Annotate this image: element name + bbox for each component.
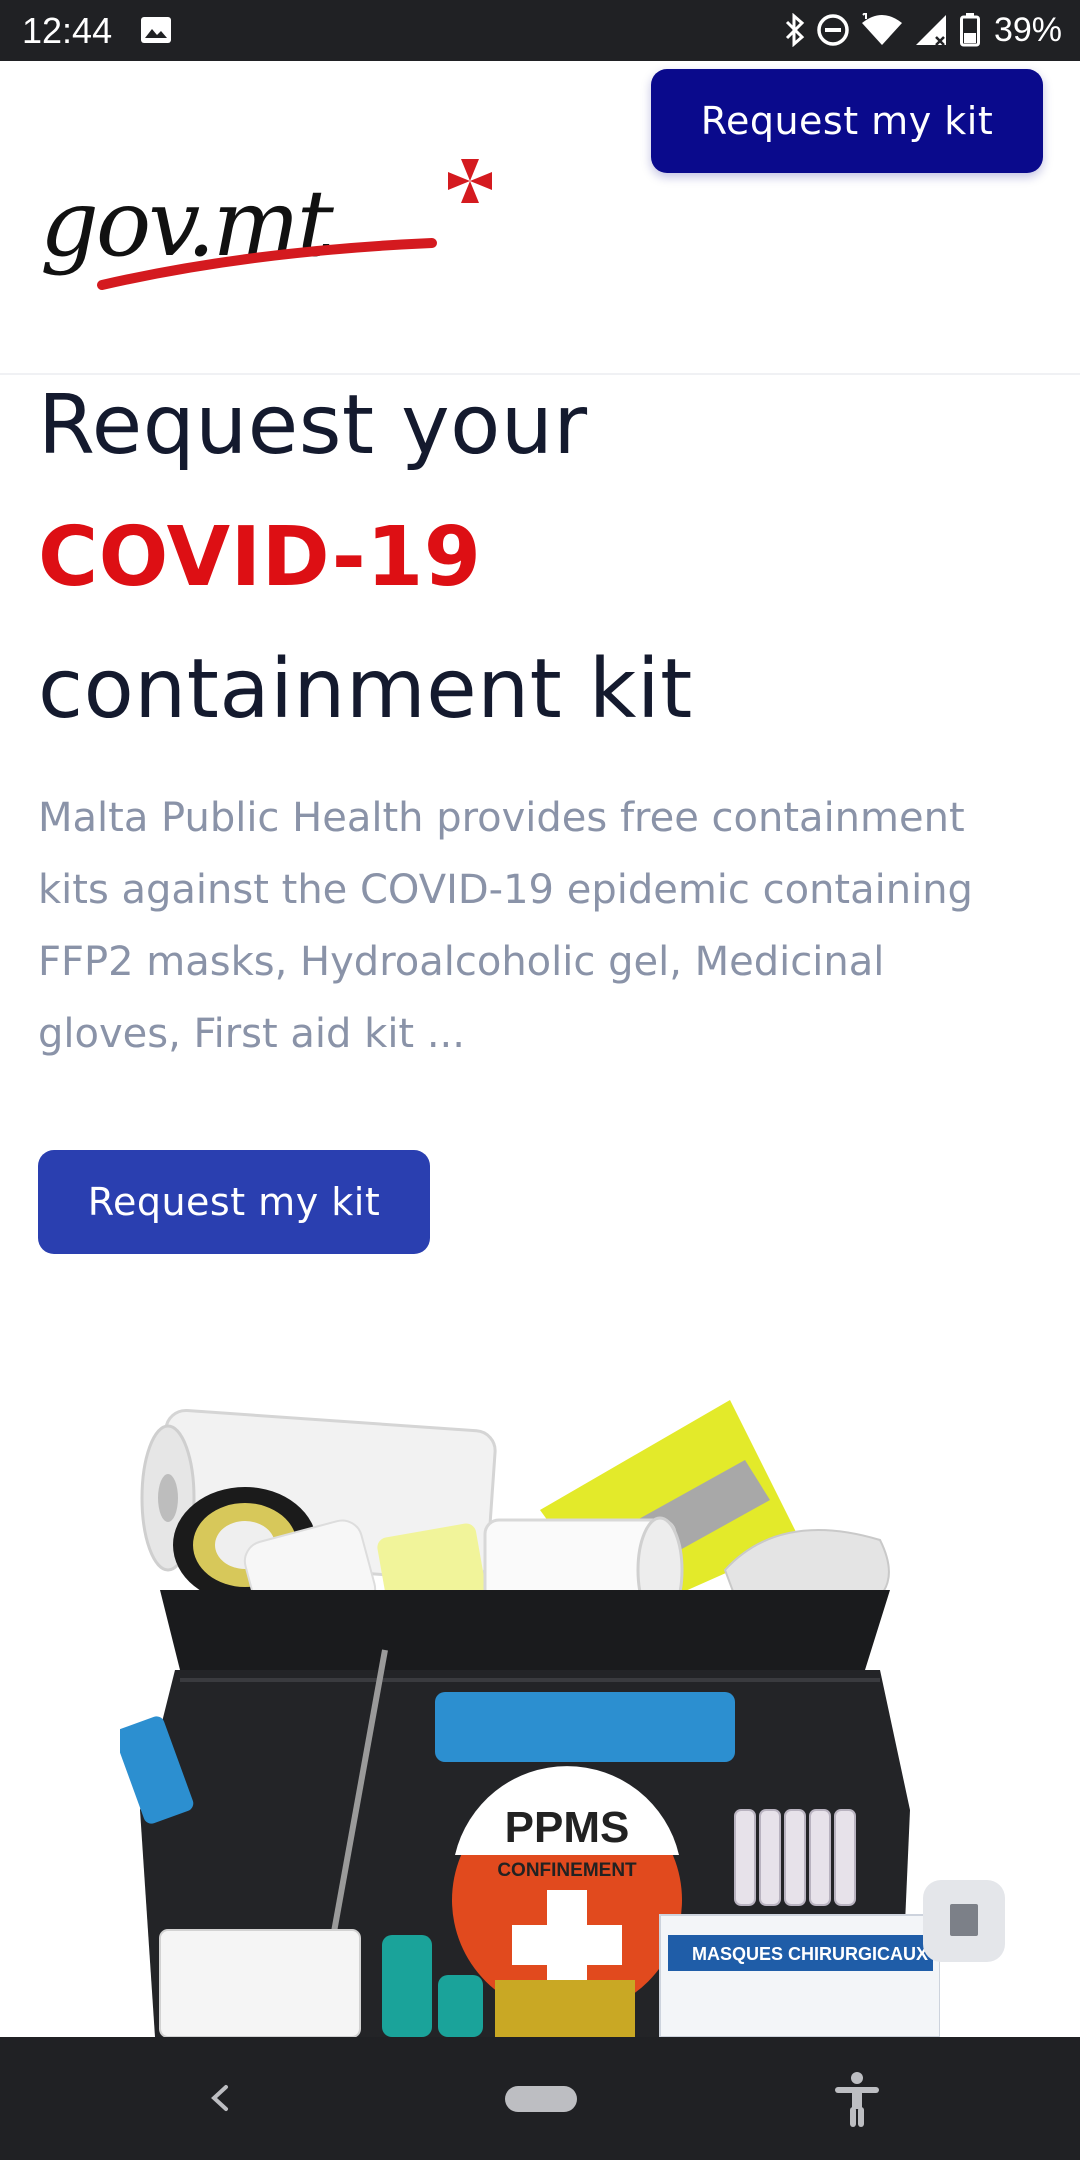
status-bar: 12:44 39% — [0, 0, 1080, 61]
request-kit-button[interactable]: Request my kit — [38, 1150, 430, 1254]
do-not-disturb-icon — [817, 14, 849, 46]
accessibility-icon[interactable] — [833, 2071, 881, 2127]
image-icon — [141, 17, 171, 43]
home-pill-icon[interactable] — [505, 2086, 577, 2112]
status-icons: 39% — [784, 8, 1062, 52]
kit-badge-title: PPMS — [505, 1803, 630, 1852]
battery-icon — [959, 13, 980, 47]
system-navigation-bar — [0, 2037, 1080, 2160]
hero-description: Malta Public Health provides free contai… — [38, 795, 973, 1057]
cell-signal-icon — [915, 15, 946, 46]
hero-title-line1: Request your — [38, 378, 588, 473]
mask-box-label: MASQUES CHIRURGICAUX — [692, 1944, 928, 1964]
wifi-icon — [861, 13, 902, 45]
bluetooth-icon — [785, 13, 805, 47]
hero-title-line3: containment kit — [38, 642, 693, 737]
request-kit-header-button[interactable]: Request my kit — [651, 69, 1043, 173]
stop-square-icon — [950, 1904, 978, 1936]
battery-percentage: 39% — [993, 10, 1062, 49]
svg-text:gov.mt: gov.mt — [40, 170, 335, 277]
status-time: 12:44 — [22, 10, 113, 51]
kit-badge-subtitle: CONFINEMENT — [497, 1860, 637, 1881]
back-icon[interactable] — [200, 2073, 240, 2123]
gov-mt-logo[interactable]: gov.mt — [40, 155, 510, 295]
hero-title: Request your COVID-19 containment kit — [38, 360, 1048, 756]
containment-kit-image: PPMS CONFINEMENT MASQUES CHIRURGICAUX — [120, 1400, 940, 2037]
hero-title-accent: COVID-19 — [38, 510, 482, 605]
scroll-to-top-button[interactable] — [923, 1880, 1005, 1962]
